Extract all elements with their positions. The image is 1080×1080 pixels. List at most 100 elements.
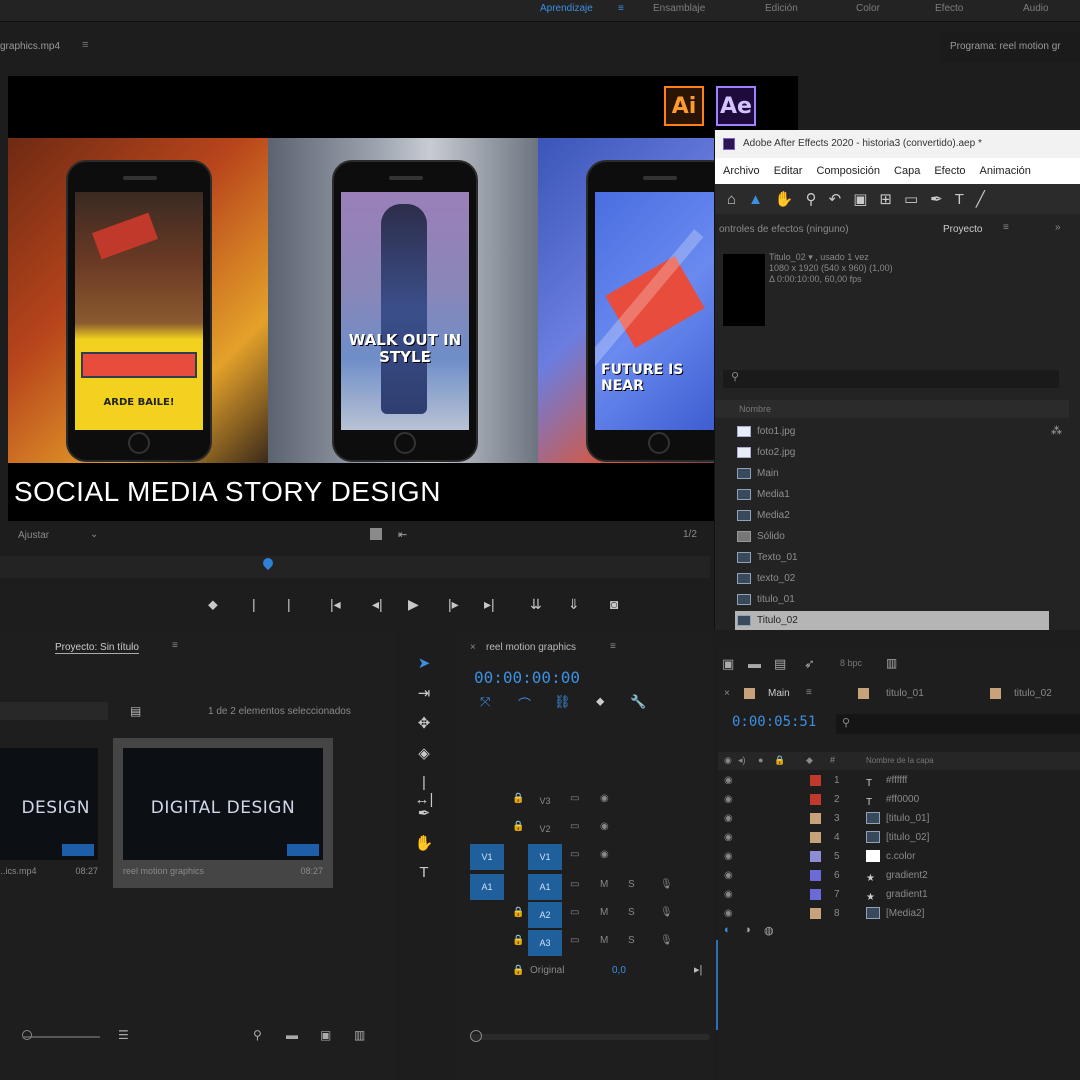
ae-comp-tab-titulo01[interactable]: titulo_01 <box>886 688 924 699</box>
source-patch[interactable]: V1 <box>470 844 504 870</box>
track-row[interactable]: 🔒 A3 ▭ M S 🎙 <box>470 930 710 956</box>
ae-menu-composition[interactable]: Composición <box>816 165 880 177</box>
layer-row[interactable]: ◉ 3 [titulo_01] <box>718 809 1080 828</box>
ae-menu-layer[interactable]: Capa <box>894 165 920 177</box>
project-folder-item[interactable]: Sólido <box>735 527 1049 546</box>
ae-comp-tab-main[interactable]: Main <box>768 688 790 699</box>
track-row[interactable]: V1 V1 ▭ ◉ <box>470 844 710 870</box>
mute-icon[interactable]: M <box>600 907 608 918</box>
snap-icon[interactable]: ⌒ <box>518 694 531 713</box>
hand-tool-icon[interactable]: ✋ <box>775 190 794 208</box>
sequence-tab[interactable]: reel motion graphics <box>486 642 576 653</box>
folder-icon[interactable]: ▬ <box>748 656 761 671</box>
ae-timecode[interactable]: 0:00:05:51 <box>732 714 816 730</box>
delete-icon[interactable]: ▥ <box>354 1028 365 1042</box>
home-icon[interactable]: ⌂ <box>727 191 736 208</box>
ripple-edit-tool-icon[interactable]: ✥ <box>414 714 434 734</box>
lock-icon[interactable]: 🔒 <box>512 907 524 918</box>
ae-comp-tab-titulo02[interactable]: titulo_02 <box>1014 688 1052 699</box>
layer-row[interactable]: ◉ 8 [Media2] <box>718 904 1080 923</box>
add-marker-icon[interactable]: ⬥ <box>596 694 604 709</box>
master-track-row[interactable]: 🔒 Original 0,0 ▸| <box>470 960 710 986</box>
project-tab[interactable]: Proyecto <box>943 224 982 235</box>
project-item[interactable]: Texto_01 <box>735 548 1049 567</box>
track-name[interactable]: A1 <box>528 874 562 900</box>
layer-search-input[interactable]: ⚲ <box>836 714 1080 734</box>
monitor-scrubber[interactable] <box>0 555 710 578</box>
eye-icon[interactable]: ◉ <box>600 793 609 804</box>
panel-menu-icon[interactable]: ≡ <box>610 641 616 652</box>
slip-tool-icon[interactable]: |↔| <box>414 774 434 808</box>
wrench-icon[interactable]: 🔧 <box>630 694 646 710</box>
source-patch[interactable]: A1 <box>470 874 504 900</box>
text-tool-icon[interactable]: T <box>955 191 964 208</box>
label-icon[interactable]: ◆ <box>806 755 813 766</box>
project-tab[interactable]: Proyecto: Sin título <box>55 642 139 654</box>
toggle-switches-icon[interactable]: ◐ <box>724 924 731 936</box>
hand-tool-icon[interactable]: ✋ <box>414 834 434 854</box>
brush-tool-icon[interactable]: ╱ <box>976 190 985 208</box>
project-item[interactable]: Media2 <box>735 506 1049 525</box>
project-item[interactable]: foto1.jpg <box>735 422 1049 441</box>
eye-icon[interactable]: ◉ <box>724 755 732 766</box>
fit-dropdown[interactable]: Ajustar <box>18 530 49 541</box>
mic-icon[interactable]: 🎙 <box>660 907 673 918</box>
source-monitor-viewer[interactable]: Ai Ae ARDE BAILE! WALK OUT IN STYLE FUTU… <box>8 76 798 521</box>
expand-panel-icon[interactable]: » <box>1055 222 1061 233</box>
nest-icon[interactable]: ⤧ <box>480 694 490 710</box>
type-tool-icon[interactable]: T <box>414 864 434 884</box>
lock-icon[interactable]: 🔒 <box>512 935 524 946</box>
project-list-header[interactable]: Nombre <box>715 400 1069 418</box>
scroll-handle-left[interactable] <box>470 1030 482 1042</box>
pan-behind-icon[interactable]: ⊞ <box>879 190 892 208</box>
lock-icon[interactable]: 🔒 <box>512 965 524 976</box>
lock-icon[interactable]: 🔒 <box>512 821 524 832</box>
eye-icon[interactable]: ◉ <box>600 849 609 860</box>
flowchart-icon[interactable]: ⁂ <box>1051 424 1062 437</box>
solo-icon[interactable]: S <box>628 879 635 890</box>
track-row[interactable]: 🔒 V2 ▭ ◉ <box>470 816 710 842</box>
close-icon[interactable]: × <box>470 642 476 653</box>
mic-icon[interactable]: 🎙 <box>660 879 673 890</box>
chevron-down-icon[interactable]: ⌄ <box>90 529 98 540</box>
close-icon[interactable]: × <box>724 688 730 699</box>
go-to-in-icon[interactable]: |◂ <box>330 596 341 613</box>
razor-tool-icon[interactable]: ◈ <box>414 744 434 764</box>
find-icon[interactable]: ⚲ <box>253 1028 262 1042</box>
track-name[interactable]: A2 <box>528 902 562 928</box>
step-forward-icon[interactable]: |▸ <box>448 596 459 613</box>
selection-tool-icon[interactable]: ▲ <box>748 191 763 208</box>
toggle-time-icon[interactable]: ◍ <box>764 924 774 937</box>
sync-icon[interactable]: ▭ <box>570 793 579 804</box>
panel-menu-icon[interactable]: ≡ <box>82 39 88 51</box>
solo-icon[interactable]: ● <box>758 755 763 765</box>
clip-card-selected[interactable]: DIGITAL DESIGN reel motion graphics 08:2… <box>113 738 333 888</box>
pin-icon[interactable]: ➶ <box>804 656 815 672</box>
panel-menu-icon[interactable]: ≡ <box>172 640 178 651</box>
insert-icon[interactable]: ⇤ <box>398 528 407 541</box>
track-row[interactable]: A1 A1 ▭ M S 🎙 <box>470 874 710 900</box>
selection-tool-icon[interactable]: ➤ <box>414 654 434 674</box>
timeline-scrollbar[interactable] <box>470 1034 710 1040</box>
project-item[interactable]: Main <box>735 464 1049 483</box>
mic-icon[interactable]: 🎙 <box>660 935 673 946</box>
insert-clip-icon[interactable]: ⇊ <box>530 596 542 613</box>
settings-icon[interactable] <box>370 528 382 540</box>
number-header[interactable]: # <box>830 755 835 765</box>
step-back-icon[interactable]: ◂| <box>372 596 383 613</box>
ae-menu-edit[interactable]: Editar <box>774 165 803 177</box>
workspace-tab-learning[interactable]: Aprendizaje <box>540 3 593 14</box>
zoom-slider[interactable] <box>24 1036 100 1038</box>
new-bin-icon[interactable]: ▬ <box>286 1028 298 1042</box>
mark-in-icon[interactable]: | <box>252 596 256 612</box>
workspace-tab-editing[interactable]: Edición <box>765 3 798 14</box>
track-name[interactable]: A3 <box>528 930 562 956</box>
solo-icon[interactable]: S <box>628 907 635 918</box>
pen-tool-icon[interactable]: ✒ <box>414 804 434 824</box>
timecode-display[interactable]: 00:00:00:00 <box>474 668 580 687</box>
project-item[interactable]: texto_02 <box>735 569 1049 588</box>
trash-icon[interactable]: ▥ <box>886 656 897 670</box>
source-monitor-title[interactable]: graphics.mp4 <box>0 41 60 52</box>
new-bin-icon[interactable]: ▤ <box>130 704 141 718</box>
layer-row[interactable]: ◉ 2 T #ff0000 <box>718 790 1080 809</box>
